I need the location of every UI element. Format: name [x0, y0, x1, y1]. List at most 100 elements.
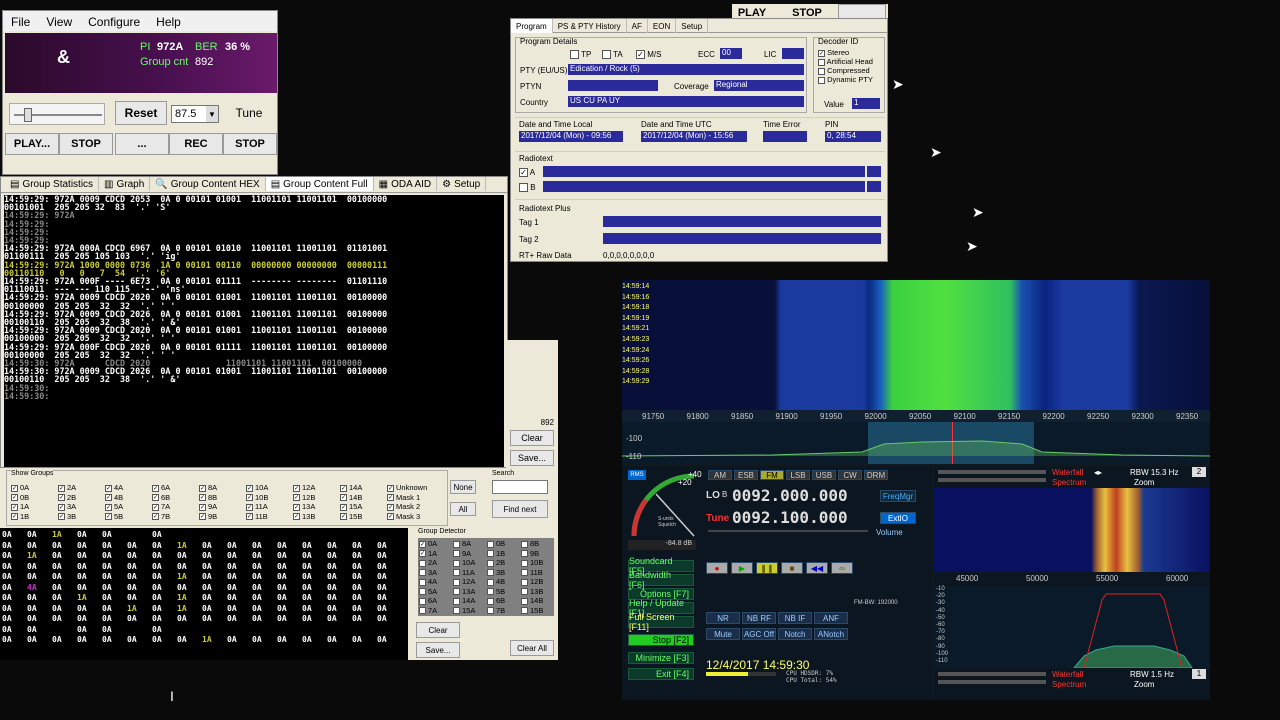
checkbox[interactable]: ✓: [105, 484, 112, 492]
stop-f2-button[interactable]: Stop [F2]: [628, 634, 694, 646]
detector-checkbox[interactable]: 8A: [453, 539, 487, 549]
checkbox[interactable]: [453, 588, 460, 596]
detector-checkbox[interactable]: 11A: [453, 568, 487, 578]
checkbox[interactable]: ✓: [105, 494, 112, 502]
detector-checkbox[interactable]: 8B: [521, 539, 555, 549]
find-next-button[interactable]: Find next: [492, 500, 548, 518]
ms-checkbox[interactable]: ✓ M/S: [636, 50, 661, 60]
mode-button-esb[interactable]: ESB: [734, 470, 758, 480]
tab-eon[interactable]: EON: [648, 19, 677, 33]
pause-icon[interactable]: ❚❚: [756, 562, 778, 574]
checkbox[interactable]: [487, 540, 494, 548]
checkbox[interactable]: ✓: [58, 503, 65, 511]
stop-button[interactable]: STOP: [59, 133, 113, 155]
compressed-checkbox[interactable]: Compressed: [818, 66, 873, 75]
rbw-top-n[interactable]: 2: [1192, 467, 1206, 477]
show-group-checkbox[interactable]: ✓ 4A: [105, 483, 152, 493]
show-group-checkbox[interactable]: ✓ 9A: [199, 502, 246, 512]
checkbox[interactable]: [419, 588, 426, 596]
detector-checkbox[interactable]: ✓ 1A: [419, 549, 453, 559]
show-group-checkbox[interactable]: ✓ 12B: [293, 493, 340, 503]
mode-button-fm[interactable]: FM: [760, 470, 784, 480]
minimize-button[interactable]: Minimize [F3]: [628, 652, 694, 664]
checkbox[interactable]: [521, 588, 528, 596]
show-group-checkbox[interactable]: ✓ 15A: [340, 502, 387, 512]
checkbox[interactable]: [521, 569, 528, 577]
detector-checkbox[interactable]: 13A: [453, 587, 487, 597]
audio-slider-2[interactable]: [938, 478, 1046, 482]
checkbox[interactable]: ✓: [246, 484, 253, 492]
spectrum-label[interactable]: Spectrum: [1052, 478, 1086, 487]
show-group-checkbox[interactable]: ✓ 11B: [246, 512, 293, 522]
show-group-checkbox[interactable]: ✓ 5A: [105, 502, 152, 512]
checkbox[interactable]: [521, 607, 528, 615]
detector-checkbox[interactable]: 14B: [521, 596, 555, 606]
show-group-checkbox[interactable]: ✓ 13A: [293, 502, 340, 512]
checkbox[interactable]: ✓: [340, 503, 347, 511]
checkbox[interactable]: ✓: [199, 484, 206, 492]
show-group-checkbox[interactable]: ✓ 10B: [246, 493, 293, 503]
detector-clear-all-button[interactable]: Clear All: [510, 640, 554, 656]
reset-button[interactable]: Reset: [115, 101, 167, 125]
browse-button[interactable]: ...: [115, 133, 169, 155]
show-group-checkbox[interactable]: ✓ 1A: [11, 502, 58, 512]
detector-checkbox[interactable]: 5B: [487, 587, 521, 597]
detector-checkbox[interactable]: 7A: [419, 606, 453, 616]
show-group-checkbox[interactable]: ✓ Mask 2: [387, 502, 445, 512]
show-group-checkbox[interactable]: ✓ 4B: [105, 493, 152, 503]
log-save-button[interactable]: Save...: [510, 450, 554, 466]
show-group-checkbox[interactable]: ✓ Mask 3: [387, 512, 445, 522]
detector-clear-button[interactable]: Clear: [416, 622, 460, 638]
checkbox[interactable]: [521, 550, 528, 558]
checkbox[interactable]: [419, 607, 426, 615]
checkbox[interactable]: [487, 569, 494, 577]
detector-checkbox[interactable]: 7B: [487, 606, 521, 616]
detector-checkbox[interactable]: 6B: [487, 596, 521, 606]
checkbox[interactable]: [521, 559, 528, 567]
detector-checkbox[interactable]: 15A: [453, 606, 487, 616]
checkbox[interactable]: ✓: [387, 513, 394, 521]
extio-button[interactable]: ExtIO: [880, 512, 916, 524]
checkbox[interactable]: ✓: [11, 494, 18, 502]
checkbox[interactable]: [453, 578, 460, 586]
mode-button-lsb[interactable]: LSB: [786, 470, 810, 480]
show-group-checkbox[interactable]: ✓ 8A: [199, 483, 246, 493]
scroll-arrows-icon[interactable]: ◂▸: [1094, 468, 1102, 477]
mute-button[interactable]: Mute: [706, 628, 740, 640]
checkbox[interactable]: ✓: [105, 513, 112, 521]
tab-ps-pty-history[interactable]: PS & PTY History: [553, 19, 627, 33]
zoom-label-bottom[interactable]: Zoom: [1134, 680, 1154, 689]
detector-checkbox[interactable]: 5A: [419, 587, 453, 597]
detector-checkbox[interactable]: 12A: [453, 577, 487, 587]
rbw-bottom-n[interactable]: 1: [1192, 669, 1206, 679]
play-button[interactable]: PLAY...: [5, 133, 59, 155]
detector-checkbox[interactable]: 9A: [453, 549, 487, 559]
checkbox[interactable]: ✓: [199, 503, 206, 511]
record-stop-button[interactable]: STOP: [223, 133, 277, 155]
audio-waterfall[interactable]: [934, 488, 1210, 572]
waterfall-display[interactable]: 14:59:14 14:59:16 14:59:18 14:59:19 14:59:21…: [622, 280, 1210, 410]
loop-icon[interactable]: ∞: [831, 562, 853, 574]
checkbox[interactable]: ✓: [58, 513, 65, 521]
checkbox[interactable]: [453, 559, 460, 567]
record-icon[interactable]: ●: [706, 562, 728, 574]
checkbox[interactable]: ✓: [293, 494, 300, 502]
detector-checkbox[interactable]: 13B: [521, 587, 555, 597]
checkbox[interactable]: [419, 559, 426, 567]
detector-checkbox[interactable]: 11B: [521, 568, 555, 578]
group-content-log[interactable]: 14:59:29: 972A 0009 CDCD 2053 0A 0 00101…: [4, 195, 504, 467]
show-group-checkbox[interactable]: ✓ 6A: [152, 483, 199, 493]
search-input[interactable]: [492, 480, 548, 494]
checkbox[interactable]: [419, 597, 426, 605]
show-group-checkbox[interactable]: ✓ 9B: [199, 512, 246, 522]
detector-checkbox[interactable]: 4B: [487, 577, 521, 587]
checkbox[interactable]: [521, 597, 528, 605]
show-group-checkbox[interactable]: ✓ Unknown: [387, 483, 445, 493]
checkbox[interactable]: [487, 559, 494, 567]
mode-button-usb[interactable]: USB: [812, 470, 836, 480]
show-group-checkbox[interactable]: ✓ 3A: [58, 502, 105, 512]
audio-slider-1[interactable]: [938, 470, 1046, 474]
checkbox[interactable]: [453, 550, 460, 558]
anotch-button[interactable]: ANotch: [814, 628, 848, 640]
stop-icon[interactable]: ■: [781, 562, 803, 574]
